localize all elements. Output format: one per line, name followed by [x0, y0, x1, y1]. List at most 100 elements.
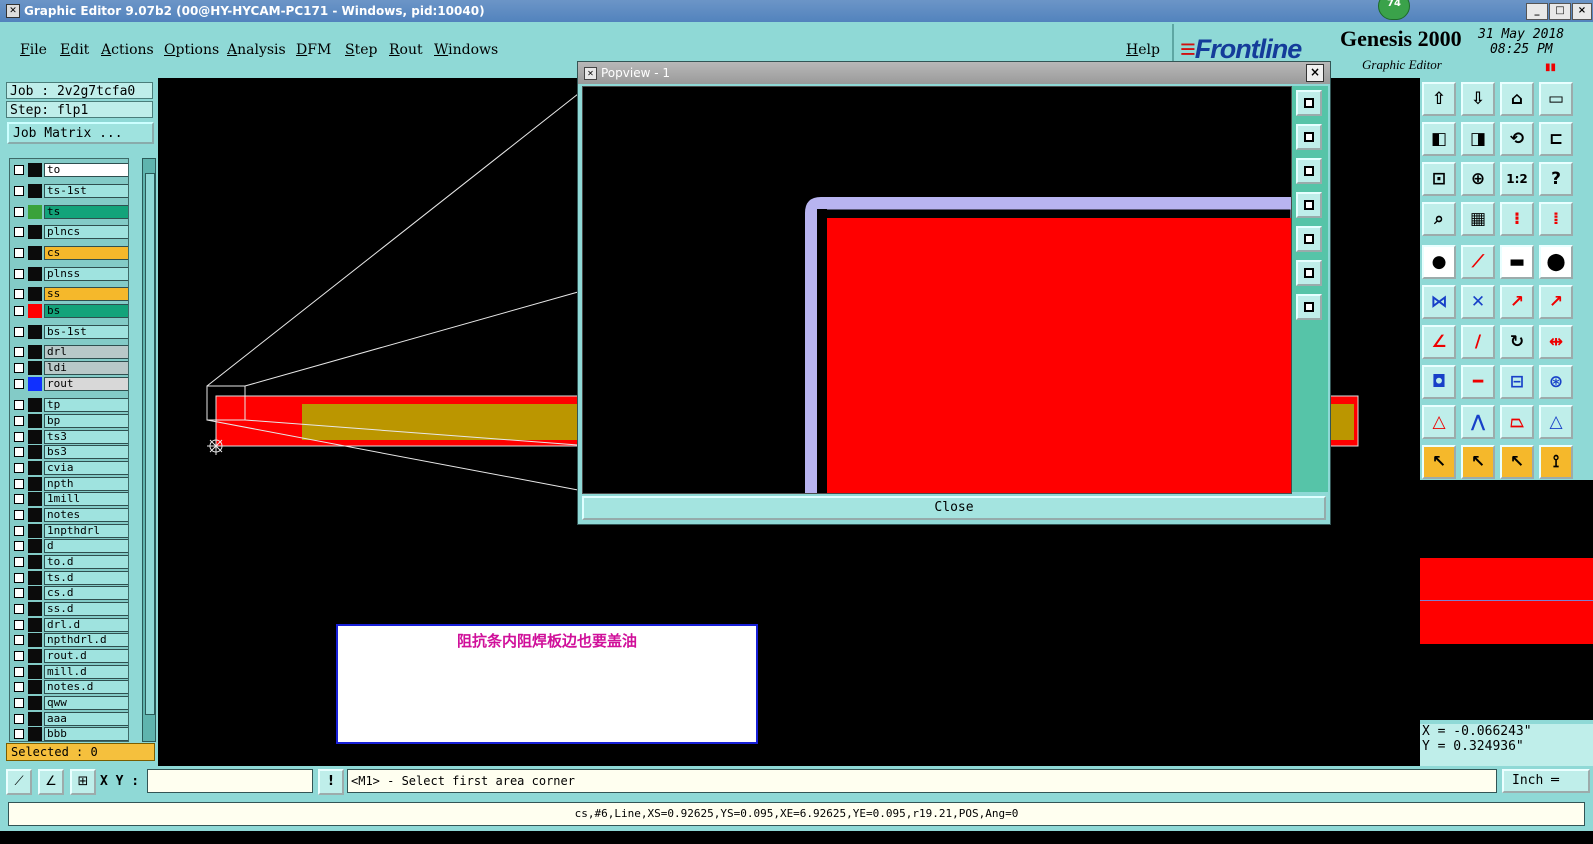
layer-checkbox[interactable]	[14, 227, 24, 237]
layer-name[interactable]: cvia	[44, 461, 128, 475]
layer-name[interactable]: bs	[44, 304, 128, 318]
layer-row[interactable]: cs	[11, 246, 128, 260]
popview-close-x-button[interactable]: ×	[1306, 64, 1324, 82]
angle-line-tool-button[interactable]: ∠	[1422, 325, 1456, 359]
zoom-fit-tool-button[interactable]: ⊡	[1422, 162, 1456, 196]
layer-row[interactable]: mill.d	[11, 665, 128, 679]
layer-name[interactable]: cs	[44, 246, 128, 260]
layer-checkbox[interactable]	[14, 541, 24, 551]
layer-checkbox[interactable]	[14, 327, 24, 337]
popview-close-button[interactable]: Close	[582, 496, 1326, 520]
popview-zoom-in-button[interactable]	[1296, 260, 1322, 286]
layer-name[interactable]: to.d	[44, 555, 128, 569]
menu-dfm[interactable]: DFM	[296, 42, 331, 58]
layer-name[interactable]: plnss	[44, 267, 128, 281]
layer-row[interactable]: ss	[11, 287, 128, 301]
zoom-back-tool-button[interactable]: ⟲	[1500, 122, 1534, 156]
layer-name[interactable]: rout	[44, 377, 128, 391]
layer-checkbox[interactable]	[14, 207, 24, 217]
snap-mode-button[interactable]: ⟋	[6, 769, 32, 795]
layer-name[interactable]: notes	[44, 508, 128, 522]
pad-edit-tool-button[interactable]: ◘	[1422, 365, 1456, 399]
select-sub-tool-button[interactable]: ↖	[1500, 445, 1534, 479]
menu-step[interactable]: Step	[345, 42, 377, 58]
layer-row[interactable]: notes	[11, 508, 128, 522]
xy-input[interactable]	[147, 769, 313, 793]
layer-name[interactable]: ts.d	[44, 571, 128, 585]
affected-layer-tool-button[interactable]: ⇧	[1422, 82, 1456, 116]
layer-name[interactable]: ss	[44, 287, 128, 301]
layer-name[interactable]: bs-1st	[44, 325, 128, 339]
popview-pan-up-button[interactable]	[1296, 124, 1322, 150]
signal-tool-button[interactable]: ⁝	[1500, 202, 1534, 236]
move-tool-button[interactable]: ↗	[1500, 285, 1534, 319]
layer-row[interactable]: notes.d	[11, 680, 128, 694]
layer-row[interactable]: plncs	[11, 225, 128, 239]
zoom-ratio-tool-button[interactable]: 1:2	[1500, 162, 1534, 196]
popview-zoom-view[interactable]	[582, 86, 1292, 494]
layer-checkbox[interactable]	[14, 269, 24, 279]
layer-name[interactable]: cs.d	[44, 586, 128, 600]
layer-checkbox[interactable]	[14, 588, 24, 598]
menu-edit[interactable]: Edit	[60, 42, 89, 58]
layer-row[interactable]: npthdrl.d	[11, 633, 128, 647]
layer-name[interactable]: npth	[44, 477, 128, 491]
tri-a-tool-button[interactable]: △	[1539, 405, 1573, 439]
menu-analysis[interactable]: Analysis	[227, 42, 286, 58]
layer-checkbox[interactable]	[14, 494, 24, 504]
popview-pan-right-button[interactable]	[1296, 226, 1322, 252]
layer-name[interactable]: drl	[44, 345, 128, 359]
layer-row[interactable]: bp	[11, 414, 128, 428]
layer-row[interactable]: bs	[11, 304, 128, 318]
menu-rout[interactable]: Rout	[389, 42, 423, 58]
layer-row[interactable]: d	[11, 539, 128, 553]
layer-row[interactable]: plnss	[11, 267, 128, 281]
layer-name[interactable]: aaa	[44, 712, 128, 726]
layer-checkbox[interactable]	[14, 620, 24, 630]
layer-name[interactable]: 1mill	[44, 492, 128, 506]
layer-checkbox[interactable]	[14, 306, 24, 316]
job-matrix-button[interactable]: Job Matrix ...	[7, 122, 154, 144]
layer-row[interactable]: rout.d	[11, 649, 128, 663]
layer-checkbox[interactable]	[14, 379, 24, 389]
menu-options[interactable]: Options	[164, 42, 219, 58]
scroll-tool-button[interactable]: ⊏	[1539, 122, 1573, 156]
layer-row[interactable]: ts3	[11, 430, 128, 444]
popview-pan-down-button[interactable]	[1296, 158, 1322, 184]
layer-checkbox[interactable]	[14, 363, 24, 373]
copy-tool-button[interactable]: ↗	[1539, 285, 1573, 319]
resize-tool-button[interactable]: ⊟	[1500, 365, 1534, 399]
layer-row[interactable]: 1mill	[11, 492, 128, 506]
layer-checkbox[interactable]	[14, 463, 24, 473]
layer-checkbox[interactable]	[14, 479, 24, 489]
layer-name[interactable]: bs3	[44, 445, 128, 459]
layer-row[interactable]: ts	[11, 205, 128, 219]
layer-checkbox[interactable]	[14, 557, 24, 567]
layer-row[interactable]: cs.d	[11, 586, 128, 600]
layer-row[interactable]: ss.d	[11, 602, 128, 616]
layer-checkbox[interactable]	[14, 447, 24, 457]
layer-row[interactable]: to.d	[11, 555, 128, 569]
layer-checkbox[interactable]	[14, 682, 24, 692]
layer-name[interactable]: ts-1st	[44, 184, 128, 198]
layer-name[interactable]: mill.d	[44, 665, 128, 679]
layer-checkbox[interactable]	[14, 714, 24, 724]
layer-name[interactable]: drl.d	[44, 618, 128, 632]
zoom-center-tool-button[interactable]: ⊕	[1461, 162, 1495, 196]
layer-row[interactable]: ts-1st	[11, 184, 128, 198]
rotate-tool-button[interactable]: ↻	[1500, 325, 1534, 359]
menu-file[interactable]: File	[20, 42, 47, 58]
menu-windows[interactable]: Windows	[434, 42, 498, 58]
popview-pan-left-button[interactable]	[1296, 192, 1322, 218]
minimize-button[interactable]: _	[1526, 3, 1548, 20]
trapezoid-tool-button[interactable]: ⏢	[1500, 405, 1534, 439]
layer-row[interactable]: bbb	[11, 727, 128, 741]
triangle-tool-button[interactable]: △	[1422, 405, 1456, 439]
layer-name[interactable]: notes.d	[44, 680, 128, 694]
layer-row[interactable]: drl.d	[11, 618, 128, 632]
layer-name[interactable]: ts3	[44, 430, 128, 444]
layer-checkbox[interactable]	[14, 729, 24, 739]
layer-row[interactable]: bs3	[11, 445, 128, 459]
add-pad-tool-button[interactable]: ●	[1422, 245, 1456, 279]
layer-name[interactable]: to	[44, 163, 128, 177]
